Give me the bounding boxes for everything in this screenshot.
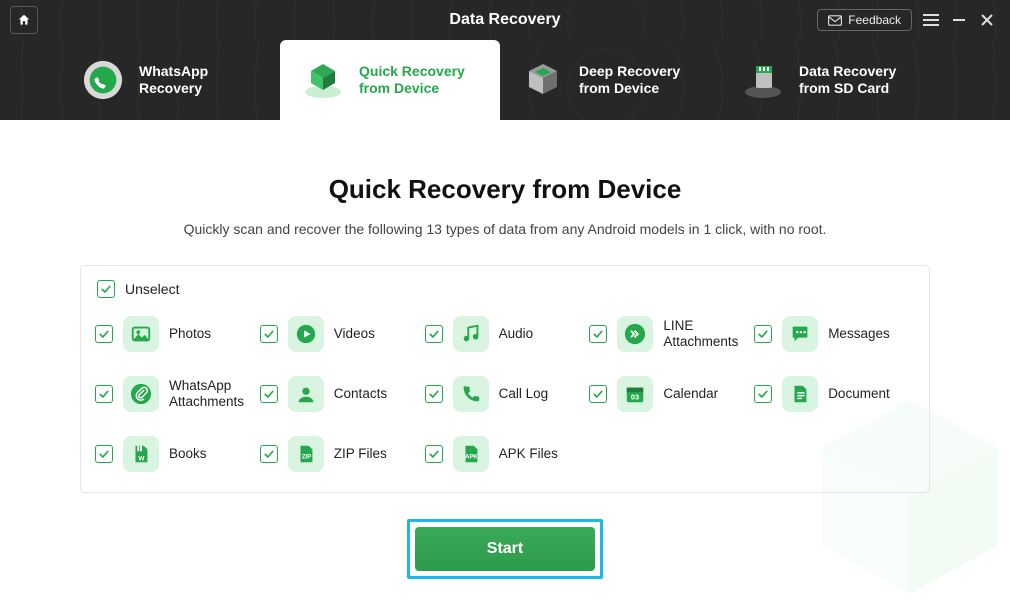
minimize-icon	[952, 13, 966, 27]
tab-sd-card[interactable]: Data Recovery from SD Card	[720, 40, 940, 120]
calllog-icon	[453, 376, 489, 412]
tab-label: Data Recovery from SD Card	[799, 63, 919, 98]
tabbar: WhatsApp Recovery Quick Recovery from De…	[0, 40, 1010, 120]
data-type-label: Books	[169, 446, 207, 462]
feedback-button[interactable]: Feedback	[817, 9, 912, 31]
tab-label: Deep Recovery from Device	[579, 63, 699, 98]
page-title: Quick Recovery from Device	[50, 174, 960, 205]
hamburger-icon	[923, 14, 939, 26]
data-type-label: Messages	[828, 326, 890, 342]
books-icon: W	[123, 436, 159, 472]
data-type-checkbox[interactable]	[425, 385, 443, 403]
svg-text:03: 03	[631, 393, 639, 402]
data-type-checkbox[interactable]	[425, 325, 443, 343]
data-type-checkbox[interactable]	[95, 445, 113, 463]
home-icon	[17, 13, 31, 27]
waattach-icon	[123, 376, 159, 412]
data-type-books: W Books	[95, 436, 256, 472]
tab-deep-recovery[interactable]: Deep Recovery from Device	[500, 40, 720, 120]
data-type-checkbox[interactable]	[754, 385, 772, 403]
photos-icon	[123, 316, 159, 352]
videos-icon	[288, 316, 324, 352]
quick-recovery-icon	[301, 58, 345, 102]
data-type-label: Audio	[499, 326, 534, 342]
data-type-photos: Photos	[95, 316, 256, 352]
line-icon	[617, 316, 653, 352]
data-type-zip: ZIP ZIP Files	[260, 436, 421, 472]
data-type-line: LINE Attachments	[589, 316, 750, 352]
svg-text:APK: APK	[465, 455, 478, 461]
data-type-apk: APK APK Files	[425, 436, 586, 472]
data-type-checkbox[interactable]	[260, 325, 278, 343]
sd-card-icon	[741, 58, 785, 102]
data-type-checkbox[interactable]	[260, 445, 278, 463]
close-icon	[980, 13, 994, 27]
svg-text:ZIP: ZIP	[302, 455, 311, 461]
data-types-panel: Unselect Photos Videos Audio LINE Attach…	[80, 265, 930, 493]
mail-icon	[828, 15, 842, 26]
svg-text:W: W	[138, 455, 145, 462]
whatsapp-icon	[81, 58, 125, 102]
data-type-waattach: WhatsApp Attachments	[95, 376, 256, 412]
data-type-checkbox[interactable]	[260, 385, 278, 403]
tab-label: Quick Recovery from Device	[359, 63, 479, 98]
data-type-label: Calendar	[663, 386, 718, 402]
data-type-checkbox[interactable]	[95, 385, 113, 403]
tab-whatsapp[interactable]: WhatsApp Recovery	[60, 40, 280, 120]
data-type-contacts: Contacts	[260, 376, 421, 412]
deep-recovery-icon	[521, 58, 565, 102]
menu-button[interactable]	[922, 11, 940, 29]
data-type-checkbox[interactable]	[754, 325, 772, 343]
data-type-checkbox[interactable]	[95, 325, 113, 343]
unselect-label: Unselect	[125, 281, 179, 297]
data-type-label: WhatsApp Attachments	[169, 378, 256, 410]
contacts-icon	[288, 376, 324, 412]
data-type-calllog: Call Log	[425, 376, 586, 412]
data-type-label: LINE Attachments	[663, 318, 750, 350]
unselect-all-checkbox[interactable]	[97, 280, 115, 298]
feedback-label: Feedback	[848, 13, 901, 27]
document-icon	[782, 376, 818, 412]
tab-label: WhatsApp Recovery	[139, 63, 259, 98]
page-subtitle: Quickly scan and recover the following 1…	[50, 221, 960, 237]
data-type-label: APK Files	[499, 446, 558, 462]
data-type-label: Photos	[169, 326, 211, 342]
data-type-checkbox[interactable]	[589, 325, 607, 343]
messages-icon	[782, 316, 818, 352]
data-type-audio: Audio	[425, 316, 586, 352]
minimize-button[interactable]	[950, 11, 968, 29]
data-type-messages: Messages	[754, 316, 915, 352]
tab-quick-recovery[interactable]: Quick Recovery from Device	[280, 40, 500, 120]
data-type-label: Contacts	[334, 386, 387, 402]
calendar-icon: 03	[617, 376, 653, 412]
data-type-document: Document	[754, 376, 915, 412]
data-type-label: Document	[828, 386, 890, 402]
data-type-checkbox[interactable]	[425, 445, 443, 463]
start-button[interactable]: Start	[415, 527, 595, 571]
home-button[interactable]	[10, 6, 38, 34]
data-type-label: Videos	[334, 326, 375, 342]
main-content: Quick Recovery from Device Quickly scan …	[0, 120, 1010, 579]
data-type-label: ZIP Files	[334, 446, 387, 462]
start-button-highlight: Start	[407, 519, 603, 579]
titlebar: Data Recovery Feedback	[0, 0, 1010, 40]
data-type-label: Call Log	[499, 386, 549, 402]
audio-icon	[453, 316, 489, 352]
apk-icon: APK	[453, 436, 489, 472]
zip-icon: ZIP	[288, 436, 324, 472]
close-button[interactable]	[978, 11, 996, 29]
data-type-checkbox[interactable]	[589, 385, 607, 403]
data-type-videos: Videos	[260, 316, 421, 352]
data-type-calendar: 03 Calendar	[589, 376, 750, 412]
